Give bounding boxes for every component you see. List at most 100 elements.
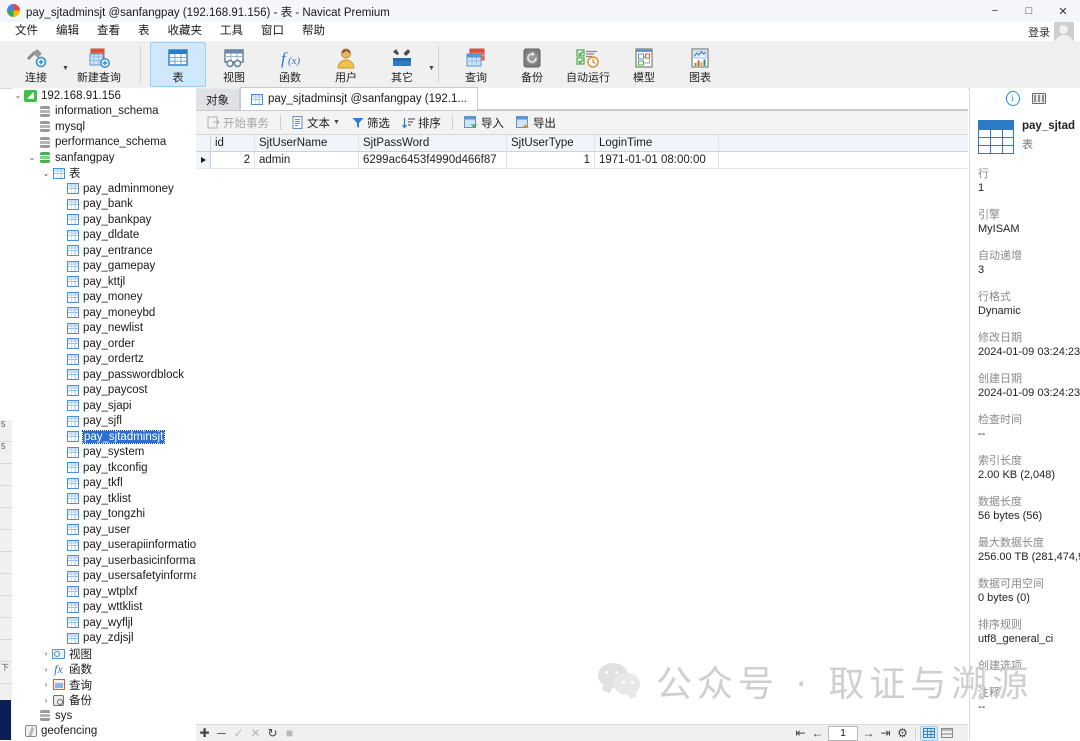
table-cell[interactable]: 6299ac6453f4990d466f87 (359, 152, 507, 168)
tree-node[interactable]: pay_zdjsjl (12, 631, 196, 647)
tree-node[interactable]: pay_ordertz (12, 352, 196, 368)
last-record-icon[interactable]: ⇥ (877, 725, 894, 741)
tree-node[interactable]: pay_sjapi (12, 398, 196, 414)
minimize-button[interactable]: − (978, 0, 1012, 22)
menu-item-7[interactable]: 帮助 (293, 22, 334, 41)
tree-node[interactable]: information_schema (12, 104, 196, 120)
tree-node[interactable]: pay_userapiinformation (12, 538, 196, 554)
form-view-icon[interactable] (938, 726, 956, 741)
tree-node[interactable]: › fx 函数 (12, 662, 196, 678)
chevron-down-icon[interactable]: ▼ (333, 119, 340, 126)
menu-item-2[interactable]: 查看 (88, 22, 129, 41)
ribbon-button-new-query[interactable]: 新建查询 (71, 42, 127, 87)
tab-0[interactable]: 对象 (196, 89, 240, 110)
tab-1[interactable]: pay_sjtadminsjt @sanfangpay (192.1... (240, 87, 478, 110)
tree-node[interactable]: › 备份 (12, 693, 196, 709)
tree-node[interactable]: pay_user (12, 522, 196, 538)
refresh-icon[interactable]: ↻ (264, 725, 281, 741)
tree-node[interactable]: geofencing (12, 724, 196, 740)
tree-node[interactable]: ⌄ sanfangpay (12, 150, 196, 166)
tree-node[interactable]: pay_moneybd (12, 305, 196, 321)
add-record-icon[interactable]: ✚ (196, 725, 213, 741)
chevron-down-icon[interactable]: ⌄ (40, 169, 52, 178)
first-record-icon[interactable]: ⇤ (792, 725, 809, 741)
chevron-right-icon[interactable]: › (40, 665, 52, 674)
grid-view-icon[interactable] (920, 725, 938, 741)
column-header[interactable]: LoginTime (595, 135, 719, 151)
tree-node[interactable]: pay_tkfl (12, 476, 196, 492)
data-grid[interactable]: id SjtUserName SjtPassWord SjtUserType Login… (196, 135, 968, 169)
table-cell[interactable]: admin (255, 152, 359, 168)
menu-item-5[interactable]: 工具 (211, 22, 252, 41)
tree-node[interactable]: performance_schema (12, 135, 196, 151)
tree-node[interactable]: pay_dldate (12, 228, 196, 244)
tree-node[interactable]: pay_tklist (12, 491, 196, 507)
tree-node[interactable]: pay_tongzhi (12, 507, 196, 523)
tree-node[interactable]: pay_wttklist (12, 600, 196, 616)
chevron-down-icon[interactable]: ⌄ (12, 91, 24, 100)
grid-toolbar-filter[interactable]: 筛选 (347, 113, 395, 133)
tree-node[interactable]: pay_tkconfig (12, 460, 196, 476)
tree-node[interactable]: pay_kttjl (12, 274, 196, 290)
tree-node[interactable]: pay_wtplxf (12, 584, 196, 600)
tree-node[interactable]: pay_money (12, 290, 196, 306)
info-tab-button[interactable]: i (1005, 90, 1020, 106)
chevron-right-icon[interactable]: › (40, 680, 52, 689)
tree-node[interactable]: › 视图 (12, 646, 196, 662)
menu-item-3[interactable]: 表 (129, 22, 159, 41)
table-cell[interactable]: 2 (211, 152, 255, 168)
tree-node[interactable]: pay_gamepay (12, 259, 196, 275)
tree-node[interactable]: pay_userbasicinformation (12, 553, 196, 569)
tree-node[interactable]: pay_system (12, 445, 196, 461)
table-cell[interactable]: 1971-01-01 08:00:00 (595, 152, 719, 168)
tree-node[interactable]: pay_bankpay (12, 212, 196, 228)
chevron-down-icon[interactable]: ⌄ (26, 153, 38, 162)
tree-node[interactable]: ⌄ 表 (12, 166, 196, 182)
next-record-icon[interactable]: → (860, 725, 877, 741)
ribbon-button-backup[interactable]: 备份 (504, 42, 560, 87)
tree-node[interactable]: mysql (12, 119, 196, 135)
tree-node[interactable]: pay_sjtadminsjt (12, 429, 196, 445)
ribbon-button-model[interactable]: 模型 (616, 42, 672, 87)
menu-item-4[interactable]: 收藏夹 (159, 22, 212, 41)
delete-record-icon[interactable]: ─ (213, 725, 230, 741)
tree-node[interactable]: pay_passwordblock (12, 367, 196, 383)
tree-node[interactable]: sys (12, 708, 196, 724)
tree-node[interactable]: pay_entrance (12, 243, 196, 259)
ribbon-button-function[interactable]: f (x) 函数 (262, 42, 318, 87)
chevron-down-icon[interactable]: ▼ (428, 57, 435, 72)
close-button[interactable]: ✕ (1046, 0, 1080, 22)
table-cell[interactable]: 1 (507, 152, 595, 168)
preview-tab-button[interactable] (1031, 91, 1046, 105)
column-header[interactable]: id (211, 135, 255, 151)
grid-toolbar-import[interactable]: 导入 (459, 113, 509, 133)
tree-node[interactable]: ⌄ 192.168.91.156 (12, 88, 196, 104)
tree-node[interactable]: pay_order (12, 336, 196, 352)
ribbon-button-query[interactable]: 查询 (448, 42, 504, 87)
ribbon-button-chart[interactable]: 图表 (672, 42, 728, 87)
table-row[interactable]: 2 admin 6299ac6453f4990d466f87 1 1971-01-01 … (196, 152, 968, 169)
ribbon-button-automation[interactable]: 自动运行 (560, 42, 616, 87)
column-header[interactable]: SjtPassWord (359, 135, 507, 151)
menu-item-1[interactable]: 编辑 (47, 22, 88, 41)
login-label[interactable]: 登录 (1028, 24, 1050, 40)
ribbon-button-connection[interactable]: 连接 (8, 42, 64, 87)
record-number-input[interactable]: 1 (828, 725, 858, 741)
settings-icon[interactable]: ⚙ (894, 725, 911, 741)
object-tree[interactable]: ⌄ 192.168.91.156 information_schema mysql pe… (12, 88, 197, 740)
tree-node[interactable]: pay_usersafetyinformation (12, 569, 196, 585)
avatar[interactable] (1054, 22, 1074, 41)
prev-record-icon[interactable]: ← (809, 725, 826, 741)
grid-toolbar-sort[interactable]: 排序 (397, 113, 446, 133)
tree-node[interactable]: › 查询 (12, 677, 196, 693)
tree-node[interactable]: pay_bank (12, 197, 196, 213)
menu-item-6[interactable]: 窗口 (252, 22, 293, 41)
tree-node[interactable]: pay_wyfljl (12, 615, 196, 631)
tree-node[interactable]: pay_adminmoney (12, 181, 196, 197)
column-header[interactable]: SjtUserName (255, 135, 359, 151)
ribbon-button-others[interactable]: 其它 (374, 42, 430, 87)
menu-item-0[interactable]: 文件 (6, 22, 47, 41)
chevron-right-icon[interactable]: › (40, 649, 52, 658)
tree-node[interactable]: pay_newlist (12, 321, 196, 337)
grid-toolbar-export[interactable]: 导出 (511, 113, 561, 133)
